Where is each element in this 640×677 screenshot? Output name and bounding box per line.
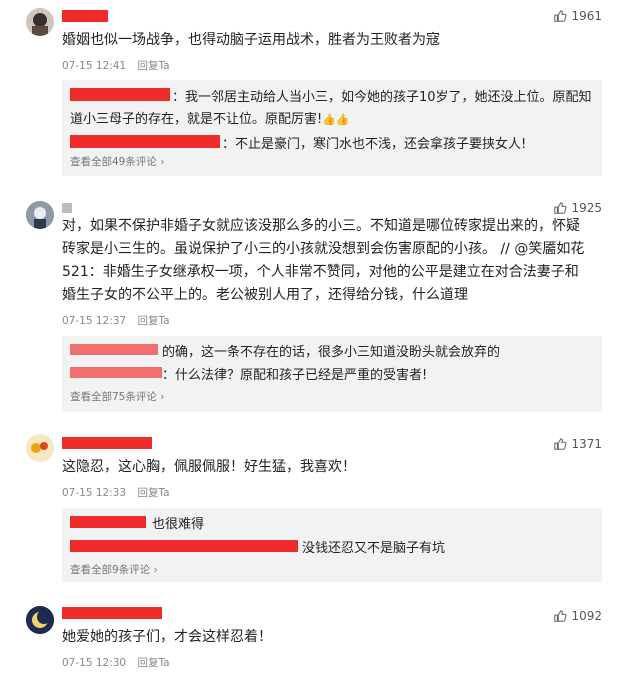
like-button[interactable]: 1371 (553, 437, 602, 451)
redacted-username (62, 607, 162, 619)
reply-text: ：什么法律？原配和孩子已经是严重的受害者! (162, 368, 428, 383)
avatar[interactable] (26, 201, 54, 229)
replies-panel: 也很难得 没钱还忍又不是脑子有坑 查看全部9条评论 › (62, 508, 602, 582)
reply-text: ：不止是豪门，寒门水也不浅，还会拿孩子要挟女人! (222, 137, 527, 152)
reply-link[interactable]: 回复Ta (137, 657, 169, 669)
reply-text: 也很难得 (152, 517, 205, 532)
timestamp: 07-15 12:33 (62, 487, 127, 499)
comment-meta: 07-15 12:30 回复Ta (62, 655, 170, 670)
comment-meta: 07-15 12:33 回复Ta (62, 485, 170, 500)
redacted-username (70, 540, 298, 552)
reply-link[interactable]: 回复Ta (137, 315, 169, 327)
like-button[interactable]: 1961 (553, 9, 602, 23)
redacted-username (70, 367, 162, 378)
redacted-username (62, 203, 72, 213)
like-count: 1925 (571, 201, 602, 215)
comment-text: 婚姻也似一场战争，也得动脑子运用战术，胜者为王败者为寇 (62, 32, 440, 48)
reply-text: 道小三母子的存在，就是不让位。原配厉害!👍👍 (70, 112, 350, 127)
like-button[interactable]: 1925 (553, 201, 602, 215)
redacted-username (70, 88, 170, 101)
reply-text: 的确，这一条不存在的话，很多小三知道没盼头就会放弃的 (162, 345, 501, 360)
like-count: 1371 (571, 437, 602, 451)
comment-text: 这隐忍，这心胸，佩服佩服！好生猛，我喜欢！ (62, 459, 356, 475)
avatar[interactable] (26, 8, 54, 36)
replies-panel: ：我一邻居主动给人当小三，如今她的孩子10岁了，她还没上位。原配知 道小三母子的… (62, 80, 602, 176)
view-all-replies[interactable]: 查看全部49条评论 › (70, 154, 164, 169)
comment-2: 1925 对，如果不保护非婚子女就应该没那么多的小三。不知道是哪位砖家提出来的，… (0, 193, 640, 418)
avatar[interactable] (26, 606, 54, 634)
reply-link[interactable]: 回复Ta (137, 487, 169, 499)
avatar[interactable] (26, 434, 54, 462)
reply-link[interactable]: 回复Ta (137, 60, 169, 72)
redacted-username (70, 516, 146, 528)
comment-3: 1371 这隐忍，这心胸，佩服佩服！好生猛，我喜欢！ 07-15 12:33 回… (0, 428, 640, 588)
thumbs-up-icon (554, 10, 567, 22)
redacted-username (62, 10, 108, 22)
replies-panel: 的确，这一条不存在的话，很多小三知道没盼头就会放弃的 ：什么法律？原配和孩子已经… (62, 336, 602, 412)
thumbs-up-icon (554, 610, 567, 622)
thumbs-up-icon (554, 438, 567, 450)
timestamp: 07-15 12:41 (62, 60, 127, 72)
thumbs-up-icon (554, 202, 567, 214)
redacted-username (70, 344, 158, 355)
redacted-username (70, 135, 220, 148)
timestamp: 07-15 12:30 (62, 657, 127, 669)
thumbs-up-emoji: 👍👍 (322, 113, 350, 126)
comment-meta: 07-15 12:41 回复Ta (62, 58, 170, 73)
like-button[interactable]: 1092 (553, 609, 602, 623)
comment-1: 1961 婚姻也似一场战争，也得动脑子运用战术，胜者为王败者为寇 07-15 1… (0, 0, 640, 180)
comment-4: 1092 她爱她的孩子们，才会这样忍着！ 07-15 12:30 回复Ta (0, 598, 640, 677)
comment-text: 对，如果不保护非婚子女就应该没那么多的小三。不知道是哪位砖家提出来的，怀疑 砖家… (62, 218, 585, 303)
view-all-replies[interactable]: 查看全部9条评论 › (70, 562, 158, 577)
reply-text: 没钱还忍又不是脑子有坑 (302, 541, 446, 556)
redacted-username (62, 437, 152, 449)
timestamp: 07-15 12:37 (62, 315, 127, 327)
comment-text: 她爱她的孩子们，才会这样忍着！ (62, 629, 272, 645)
like-count: 1961 (571, 9, 602, 23)
reply-text: ：我一邻居主动给人当小三，如今她的孩子10岁了，她还没上位。原配知 (172, 90, 592, 105)
view-all-replies[interactable]: 查看全部75条评论 › (70, 389, 164, 404)
like-count: 1092 (571, 609, 602, 623)
comment-meta: 07-15 12:37 回复Ta (62, 313, 170, 328)
